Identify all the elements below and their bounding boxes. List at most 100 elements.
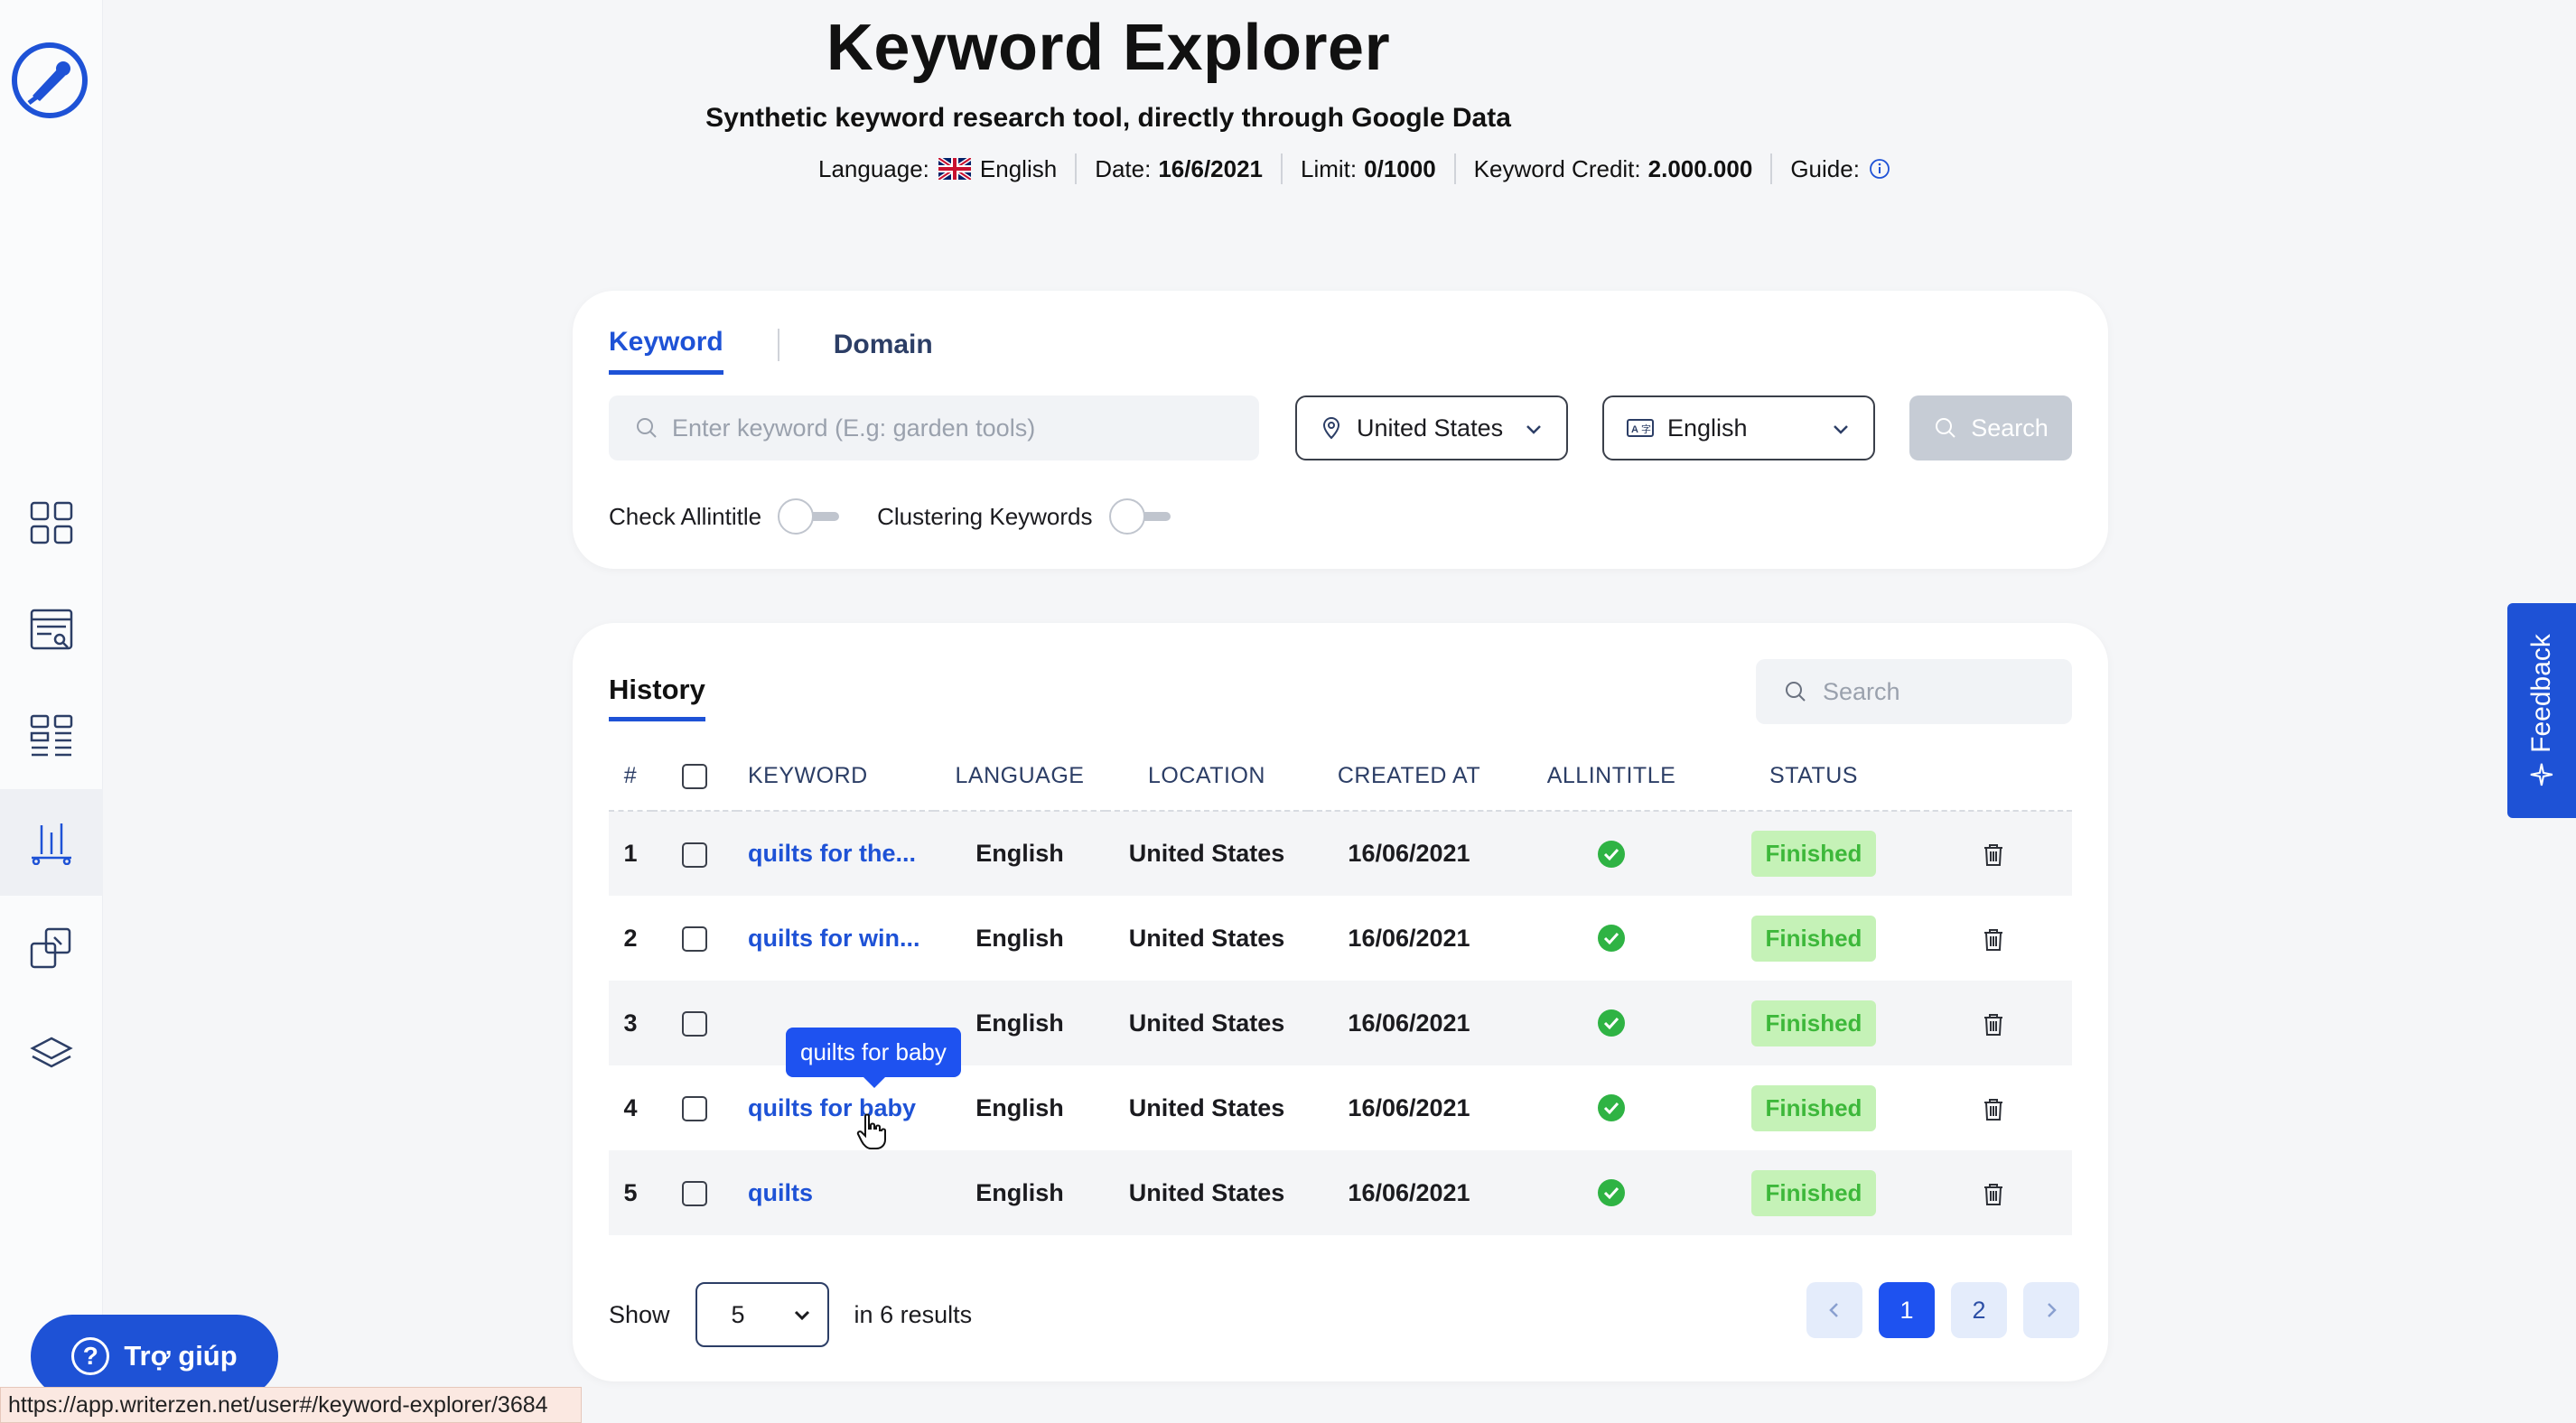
page-size-value: 5 (731, 1300, 745, 1328)
check-allintitle-toggle[interactable] (778, 498, 841, 535)
check-circle-icon (1598, 925, 1625, 953)
language-select[interactable]: A字 English (1602, 395, 1875, 460)
prev-page-button[interactable] (1806, 1282, 1862, 1338)
keyword-link[interactable]: quilts for win... (748, 925, 920, 952)
dashboard-icon[interactable] (0, 470, 103, 576)
table-row[interactable]: 5 quilts English United States 16/06/202… (609, 1150, 2072, 1235)
history-table: # KEYWORD LANGUAGE LOCATION CREATED AT A… (609, 742, 2072, 1235)
table-row[interactable]: 1 quilts for the... English United State… (609, 811, 2072, 896)
date-value: 16/6/2021 (1158, 154, 1264, 182)
search-button[interactable]: Search (1909, 395, 2072, 460)
keyword-placeholder: Enter keyword (E.g: garden tools) (672, 414, 1036, 442)
pagination: 1 2 (1790, 1282, 2079, 1338)
page-subtitle: Synthetic keyword research tool, directl… (705, 103, 1511, 133)
uk-flag-icon (938, 158, 971, 180)
table-header-row: # KEYWORD LANGUAGE LOCATION CREATED AT A… (609, 742, 2072, 812)
svg-text:字: 字 (1641, 423, 1651, 435)
credit-value: 2.000.000 (1647, 154, 1753, 182)
meta-date: Date: 16/6/2021 (1075, 153, 1281, 184)
page-size-select[interactable]: 5 (695, 1282, 829, 1347)
help-button[interactable]: ? Trợ giúp (31, 1315, 278, 1398)
col-created-at[interactable]: CREATED AT (1308, 742, 1510, 812)
info-icon[interactable] (1869, 158, 1890, 180)
row-checkbox[interactable] (682, 1096, 707, 1122)
clustering-label: Clustering Keywords (877, 502, 1093, 530)
content-list-icon[interactable] (0, 683, 103, 789)
trash-icon[interactable] (1980, 1180, 2007, 1207)
col-language[interactable]: LANGUAGE (934, 742, 1106, 812)
col-select-all (652, 742, 737, 812)
page-button-1[interactable]: 1 (1879, 1282, 1935, 1338)
row-location: United States (1106, 1150, 1308, 1235)
chevron-right-icon (2048, 1303, 2057, 1317)
col-location[interactable]: LOCATION (1106, 742, 1308, 812)
tab-domain[interactable]: Domain (834, 330, 933, 373)
row-number: 5 (609, 1150, 652, 1235)
row-number: 1 (609, 811, 652, 896)
select-all-checkbox[interactable] (682, 764, 707, 790)
next-page-button[interactable] (2023, 1282, 2079, 1338)
trash-icon[interactable] (1980, 1095, 2007, 1122)
row-location: United States (1128, 924, 1285, 952)
row-language: English (934, 811, 1106, 896)
row-checkbox[interactable] (682, 926, 707, 953)
limit-value: 0/1000 (1364, 154, 1436, 182)
chevron-down-icon (1526, 425, 1541, 434)
col-status[interactable]: STATUS (1713, 742, 1915, 812)
topic-discovery-icon[interactable] (0, 576, 103, 683)
keyword-link[interactable]: quilts for the... (748, 840, 916, 867)
keyword-explorer-icon[interactable] (0, 789, 103, 896)
row-checkbox[interactable] (682, 1181, 707, 1207)
status-badge: Finished (1750, 1084, 1877, 1131)
row-created-at: 16/06/2021 (1348, 924, 1470, 952)
guide-label: Guide: (1790, 154, 1860, 182)
keyword-search-input[interactable]: Enter keyword (E.g: garden tools) (609, 395, 1259, 460)
row-location: United States (1106, 1065, 1308, 1150)
date-label: Date: (1095, 154, 1152, 182)
history-search-placeholder: Search (1823, 677, 1900, 705)
trash-icon[interactable] (1980, 925, 2007, 953)
row-location: United States (1106, 811, 1308, 896)
layers-icon[interactable] (0, 1002, 103, 1109)
table-row[interactable]: 2 quilts for win... English United State… (609, 896, 2072, 981)
hand-cursor-icon (856, 1113, 886, 1149)
col-actions (1915, 742, 2072, 812)
meta-limit: Limit: 0/1000 (1281, 153, 1454, 184)
history-search-input[interactable]: Search (1756, 659, 2072, 724)
row-checkbox[interactable] (682, 1011, 707, 1037)
col-allintitle[interactable]: ALLINTITLE (1510, 742, 1713, 812)
col-keyword[interactable]: KEYWORD (737, 742, 934, 812)
status-badge: Finished (1750, 831, 1877, 877)
row-number: 3 (609, 981, 652, 1065)
integrations-icon[interactable] (0, 896, 103, 1002)
search-icon (1936, 418, 1955, 438)
tab-divider (777, 328, 779, 361)
trash-icon[interactable] (1980, 1010, 2007, 1037)
feedback-button[interactable]: Feedback (2507, 603, 2576, 818)
chevron-left-icon (1829, 1303, 1838, 1317)
trash-icon[interactable] (1980, 841, 2007, 868)
table-row[interactable]: 4 quilts for baby English United States … (609, 1065, 2072, 1150)
row-language: English (934, 1150, 1106, 1235)
translate-icon: A字 (1627, 419, 1654, 437)
check-circle-icon (1598, 1009, 1625, 1037)
row-created-at: 16/06/2021 (1308, 1150, 1510, 1235)
col-number: # (609, 742, 652, 812)
clustering-toggle[interactable] (1108, 498, 1172, 535)
keyword-link[interactable]: quilts (748, 1179, 813, 1206)
tab-keyword[interactable]: Keyword (609, 327, 723, 375)
meta-guide: Guide: (1770, 153, 1909, 184)
language-select-value: English (1667, 414, 1748, 442)
location-value: United States (1357, 414, 1504, 442)
svg-text:A: A (1631, 424, 1638, 435)
search-tabs: Keyword Domain (609, 327, 933, 375)
location-select[interactable]: United States (1295, 395, 1568, 460)
search-icon (637, 418, 657, 438)
meta-credit: Keyword Credit: 2.000.000 (1453, 153, 1771, 184)
page-button-2[interactable]: 2 (1951, 1282, 2007, 1338)
keyword-link[interactable]: quilts for baby (748, 1094, 916, 1121)
row-checkbox[interactable] (682, 842, 707, 868)
check-circle-icon (1598, 840, 1625, 868)
check-allintitle-label: Check Allintitle (609, 502, 762, 530)
limit-label: Limit: (1301, 154, 1358, 182)
